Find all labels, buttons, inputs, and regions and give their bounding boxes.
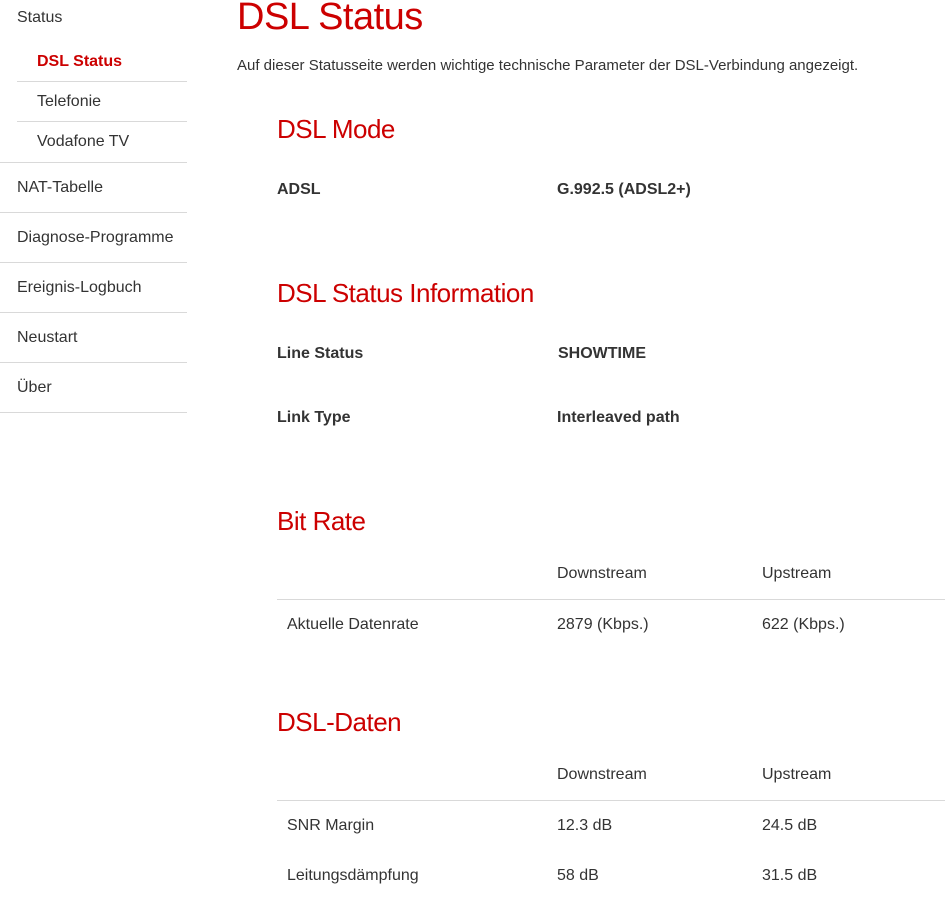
upstream-value: 24.5 dB bbox=[762, 817, 818, 834]
sidebar-nav: Status DSL Status Telefonie Vodafone TV … bbox=[0, 0, 187, 413]
table-header-upstream: Upstream bbox=[762, 549, 945, 600]
dsl-mode-value: G.992.5 (ADSL2+) bbox=[557, 181, 691, 198]
row-label: Leitungsdämpfung bbox=[287, 867, 419, 884]
sidebar-item-status[interactable]: Status bbox=[0, 0, 187, 42]
page-intro: Auf dieser Statusseite werden wichtige t… bbox=[237, 57, 859, 74]
table-row: Aktuelle Datenrate 2879 (Kbps.) 622 (Kbp… bbox=[277, 600, 945, 651]
row-label: SNR Margin bbox=[287, 817, 375, 834]
upstream-value: 622 (Kbps.) bbox=[762, 616, 845, 633]
table-header-downstream: Downstream bbox=[557, 750, 762, 801]
sidebar-item-nat-tabelle[interactable]: NAT-Tabelle bbox=[0, 163, 187, 213]
sidebar-status-submenu: DSL Status Telefonie Vodafone TV bbox=[0, 42, 187, 163]
downstream-value: 58 dB bbox=[557, 867, 599, 884]
table-header-row: Downstream Upstream bbox=[277, 549, 945, 600]
table-header-cell bbox=[277, 750, 557, 801]
dsl-mode-label: ADSL bbox=[277, 181, 321, 198]
row-label: Aktuelle Datenrate bbox=[287, 616, 419, 633]
sidebar-item-ereignis-logbuch[interactable]: Ereignis-Logbuch bbox=[0, 263, 187, 313]
sidebar-item-neustart[interactable]: Neustart bbox=[0, 313, 187, 363]
section-title-dsl-status-information: DSL Status Information bbox=[277, 278, 534, 308]
table-row: Leitungsdämpfung 58 dB 31.5 dB bbox=[277, 851, 945, 901]
downstream-value: 12.3 dB bbox=[557, 817, 613, 834]
sidebar-item-ueber[interactable]: Über bbox=[0, 363, 187, 413]
upstream-value: 31.5 dB bbox=[762, 867, 818, 884]
link-type-value: Interleaved path bbox=[557, 409, 680, 426]
section-title-bit-rate: Bit Rate bbox=[277, 506, 366, 536]
bit-rate-table: Downstream Upstream Aktuelle Datenrate 2… bbox=[277, 549, 945, 650]
sidebar-subitem-dsl-status[interactable]: DSL Status bbox=[17, 42, 187, 82]
line-status-label: Line Status bbox=[277, 345, 364, 362]
table-header-downstream: Downstream bbox=[557, 549, 762, 600]
table-row: SNR Margin 12.3 dB 24.5 dB bbox=[277, 801, 945, 852]
table-header-upstream: Upstream bbox=[762, 750, 945, 801]
sidebar-subitem-vodafone-tv[interactable]: Vodafone TV bbox=[17, 122, 187, 162]
section-title-dsl-mode: DSL Mode bbox=[277, 114, 395, 144]
sidebar-subitem-telefonie[interactable]: Telefonie bbox=[17, 82, 187, 122]
table-header-row: Downstream Upstream bbox=[277, 750, 945, 801]
downstream-value: 2879 (Kbps.) bbox=[557, 616, 649, 633]
dsl-daten-table: Downstream Upstream SNR Margin 12.3 dB 2… bbox=[277, 750, 945, 901]
line-status-value: SHOWTIME bbox=[558, 345, 646, 362]
page-title: DSL Status bbox=[237, 0, 423, 38]
sidebar-item-diagnose-programme[interactable]: Diagnose-Programme bbox=[0, 213, 187, 263]
table-header-cell bbox=[277, 549, 557, 600]
section-title-dsl-daten: DSL-Daten bbox=[277, 707, 402, 737]
link-type-label: Link Type bbox=[277, 409, 351, 426]
